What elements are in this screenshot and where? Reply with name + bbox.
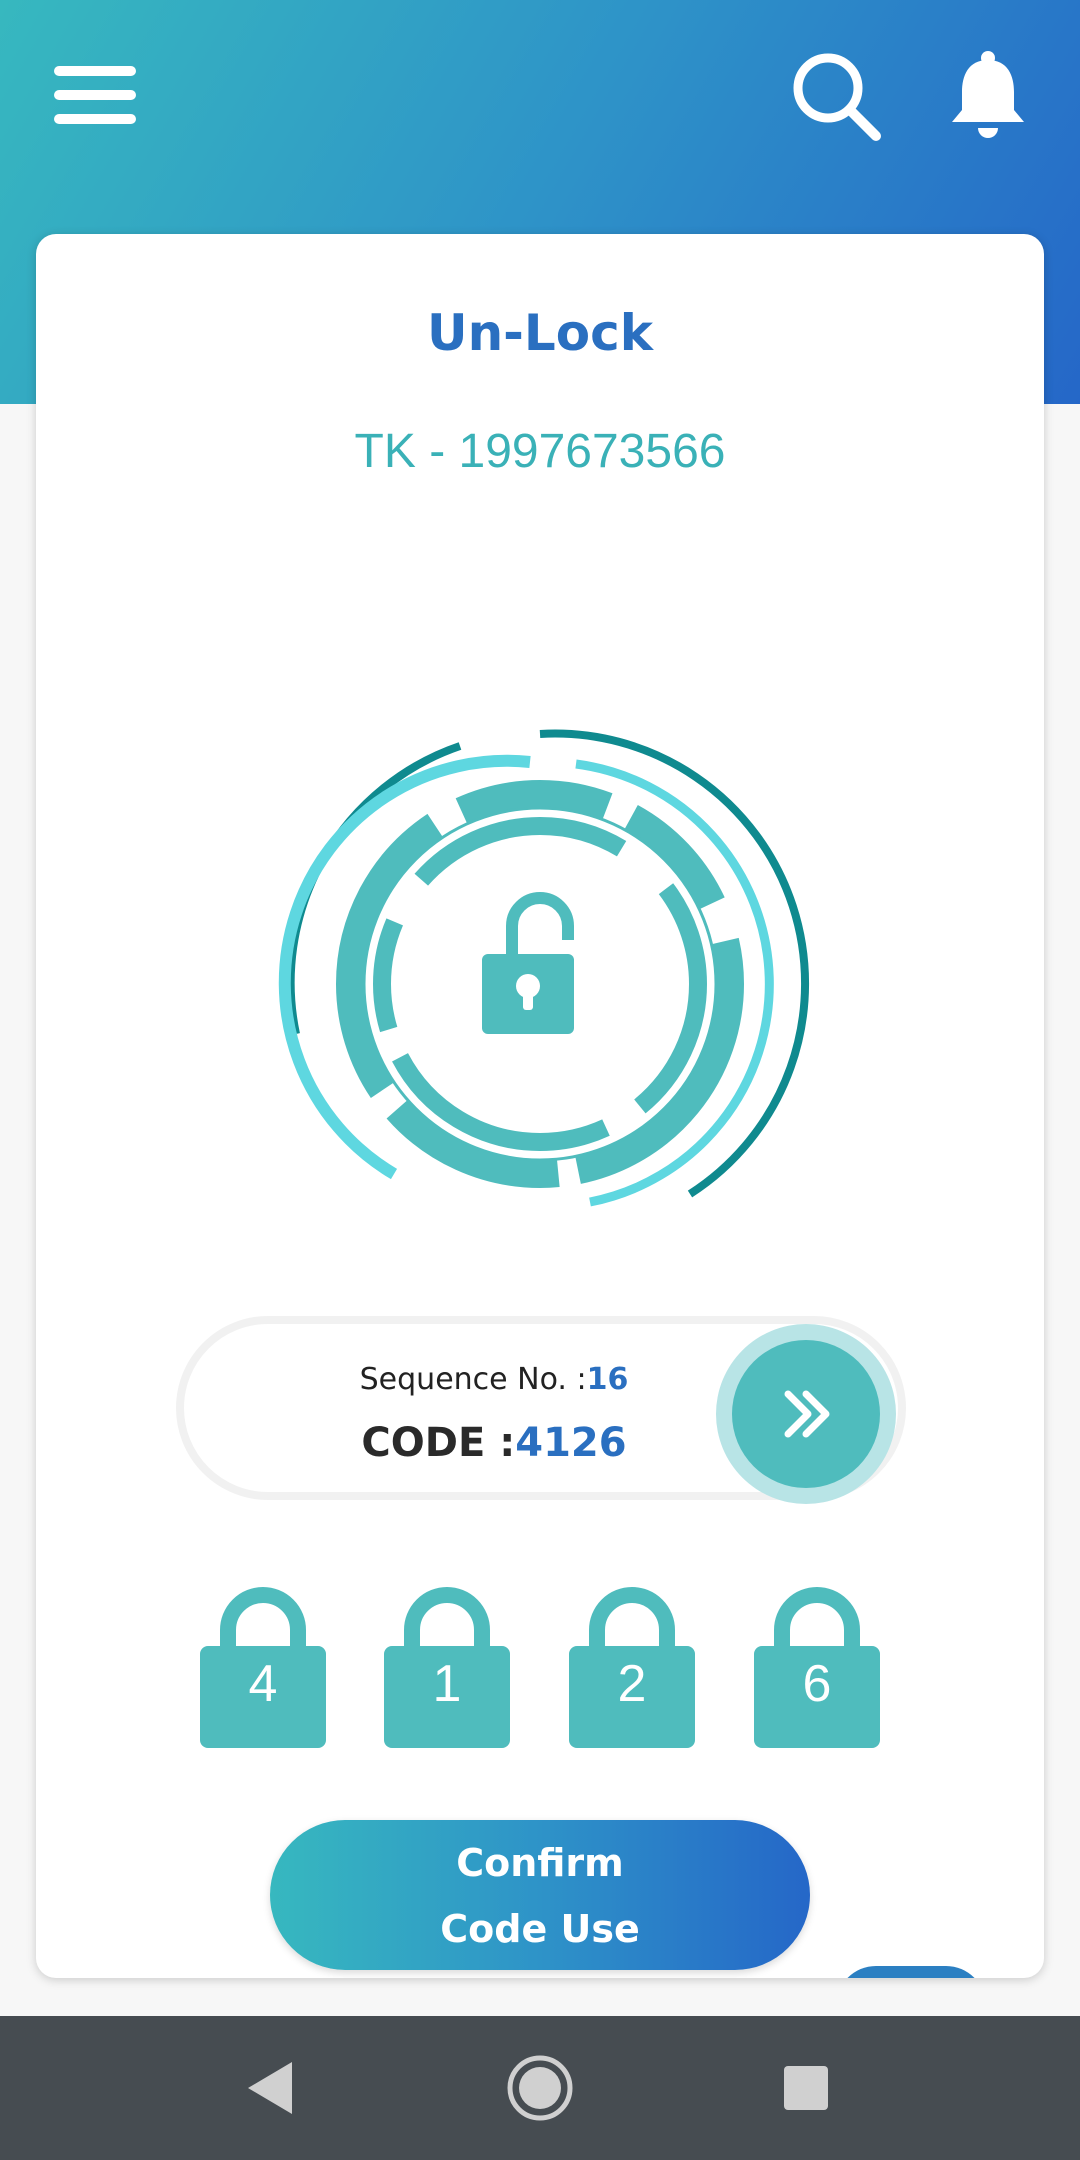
hamburger-menu-icon[interactable] <box>50 60 140 130</box>
page-title: Un-Lock <box>426 304 654 362</box>
next-code-button[interactable] <box>716 1324 896 1504</box>
digit-lock-3: 2 <box>567 1580 697 1750</box>
digit-3: 2 <box>617 1655 647 1713</box>
system-nav-bar <box>0 2016 1080 2160</box>
home-circle-icon[interactable] <box>504 2052 576 2124</box>
back-triangle-icon[interactable] <box>234 2052 306 2124</box>
unlock-card: Un-Lock TK - 1997673566 Sequence No. :16 <box>36 234 1044 1978</box>
confirm-line-2: Code Use <box>440 1907 640 1951</box>
digit-lock-2: 1 <box>382 1580 512 1750</box>
digit-2: 1 <box>432 1655 462 1713</box>
sequence-value: 16 <box>586 1362 629 1397</box>
confirm-code-use-button[interactable]: Confirm Code Use <box>270 1820 810 1970</box>
search-icon[interactable] <box>788 48 884 144</box>
double-chevron-right-icon <box>784 1390 830 1438</box>
sequence-number: Sequence No. :16 <box>184 1362 804 1397</box>
digit-lock-4: 6 <box>752 1580 882 1750</box>
code-value: 4126 <box>515 1420 627 1466</box>
floating-button-peek[interactable] <box>836 1966 986 1978</box>
account-number: TK - 1997673566 <box>354 425 726 478</box>
code-line: CODE :4126 <box>184 1420 804 1466</box>
sequence-label: Sequence No. : <box>359 1362 587 1397</box>
digit-lock-1: 4 <box>198 1580 328 1750</box>
digit-1: 4 <box>248 1655 278 1713</box>
code-label: CODE : <box>361 1420 516 1466</box>
bell-icon[interactable] <box>940 48 1036 144</box>
recents-square-icon[interactable] <box>770 2052 842 2124</box>
unlock-padlock-icon <box>278 729 810 1207</box>
next-code-button-inner[interactable] <box>732 1340 880 1488</box>
confirm-line-1: Confirm <box>456 1841 624 1885</box>
digit-4: 6 <box>802 1655 832 1713</box>
